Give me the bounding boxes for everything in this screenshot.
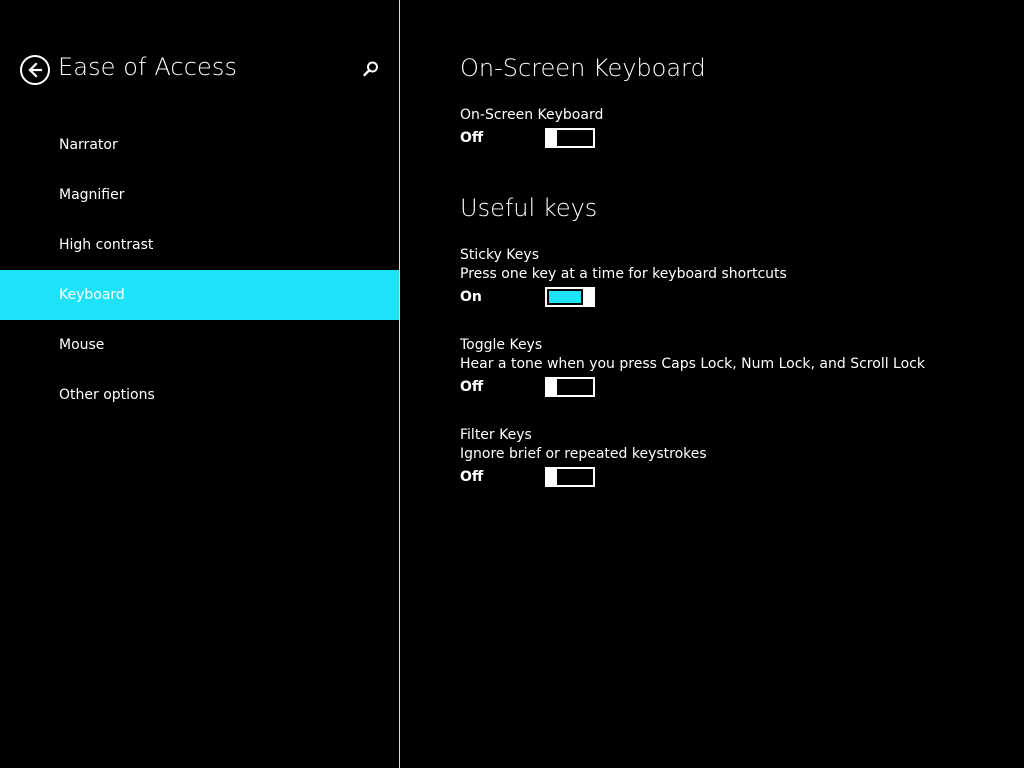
- toggle-row: Off: [460, 467, 1000, 489]
- toggle-thumb: [545, 377, 557, 397]
- back-arrow-circle-icon: [28, 62, 43, 78]
- sidebar-item-label: Mouse: [59, 337, 105, 353]
- setting-sticky-keys: Sticky Keys Press one key at a time for …: [460, 246, 1000, 309]
- setting-label: Sticky Keys: [460, 247, 539, 263]
- sidebar-header: Ease of Access: [20, 53, 380, 88]
- sticky-keys-toggle[interactable]: [545, 287, 595, 307]
- setting-on-screen-keyboard: On-Screen Keyboard Off: [460, 106, 1000, 150]
- setting-label: Filter Keys: [460, 427, 532, 443]
- sidebar-item-keyboard[interactable]: Keyboard: [0, 270, 399, 320]
- sidebar-item-magnifier[interactable]: Magnifier: [0, 170, 399, 220]
- toggle-row: On: [460, 287, 1000, 309]
- toggle-state-text: Off: [460, 130, 484, 146]
- section-heading-useful-keys: Useful keys: [460, 194, 598, 222]
- setting-description: Ignore brief or repeated keystrokes: [460, 446, 707, 462]
- pane-divider: [399, 0, 400, 768]
- back-button[interactable]: [20, 55, 50, 85]
- sidebar-item-label: Keyboard: [59, 287, 125, 303]
- setting-filter-keys: Filter Keys Ignore brief or repeated key…: [460, 426, 1000, 489]
- toggle-keys-toggle[interactable]: [545, 377, 595, 397]
- sidebar-nav: Narrator Magnifier High contrast Keyboar…: [0, 120, 399, 420]
- sidebar-item-label: Narrator: [59, 137, 118, 153]
- search-icon: [363, 61, 378, 77]
- toggle-state-text: Off: [460, 379, 484, 395]
- setting-toggle-keys: Toggle Keys Hear a tone when you press C…: [460, 336, 1000, 399]
- sidebar-item-narrator[interactable]: Narrator: [0, 120, 399, 170]
- sidebar: Ease of Access Narrator Magnifier High c…: [0, 0, 399, 768]
- sidebar-item-label: High contrast: [59, 237, 154, 253]
- main-content: On-Screen Keyboard On-Screen Keyboard Of…: [460, 0, 1000, 768]
- sidebar-item-label: Magnifier: [59, 187, 125, 203]
- setting-label: Toggle Keys: [460, 337, 543, 353]
- toggle-thumb: [545, 467, 557, 487]
- page-title: Ease of Access: [58, 53, 238, 81]
- toggle-row: Off: [460, 377, 1000, 399]
- toggle-thumb: [545, 128, 557, 148]
- setting-description: Press one key at a time for keyboard sho…: [460, 266, 787, 282]
- toggle-fill: [549, 291, 581, 303]
- sidebar-item-label: Other options: [59, 387, 155, 403]
- section-heading-on-screen-keyboard: On-Screen Keyboard: [460, 54, 706, 82]
- sidebar-item-other-options[interactable]: Other options: [0, 370, 399, 420]
- filter-keys-toggle[interactable]: [545, 467, 595, 487]
- setting-description: Hear a tone when you press Caps Lock, Nu…: [460, 356, 925, 372]
- setting-label: On-Screen Keyboard: [460, 107, 604, 123]
- toggle-thumb: [583, 287, 595, 307]
- on-screen-keyboard-toggle[interactable]: [545, 128, 595, 148]
- toggle-row: Off: [460, 128, 1000, 150]
- toggle-state-text: Off: [460, 469, 484, 485]
- search-button[interactable]: [362, 60, 380, 78]
- sidebar-item-mouse[interactable]: Mouse: [0, 320, 399, 370]
- sidebar-item-high-contrast[interactable]: High contrast: [0, 220, 399, 270]
- toggle-state-text: On: [460, 289, 482, 305]
